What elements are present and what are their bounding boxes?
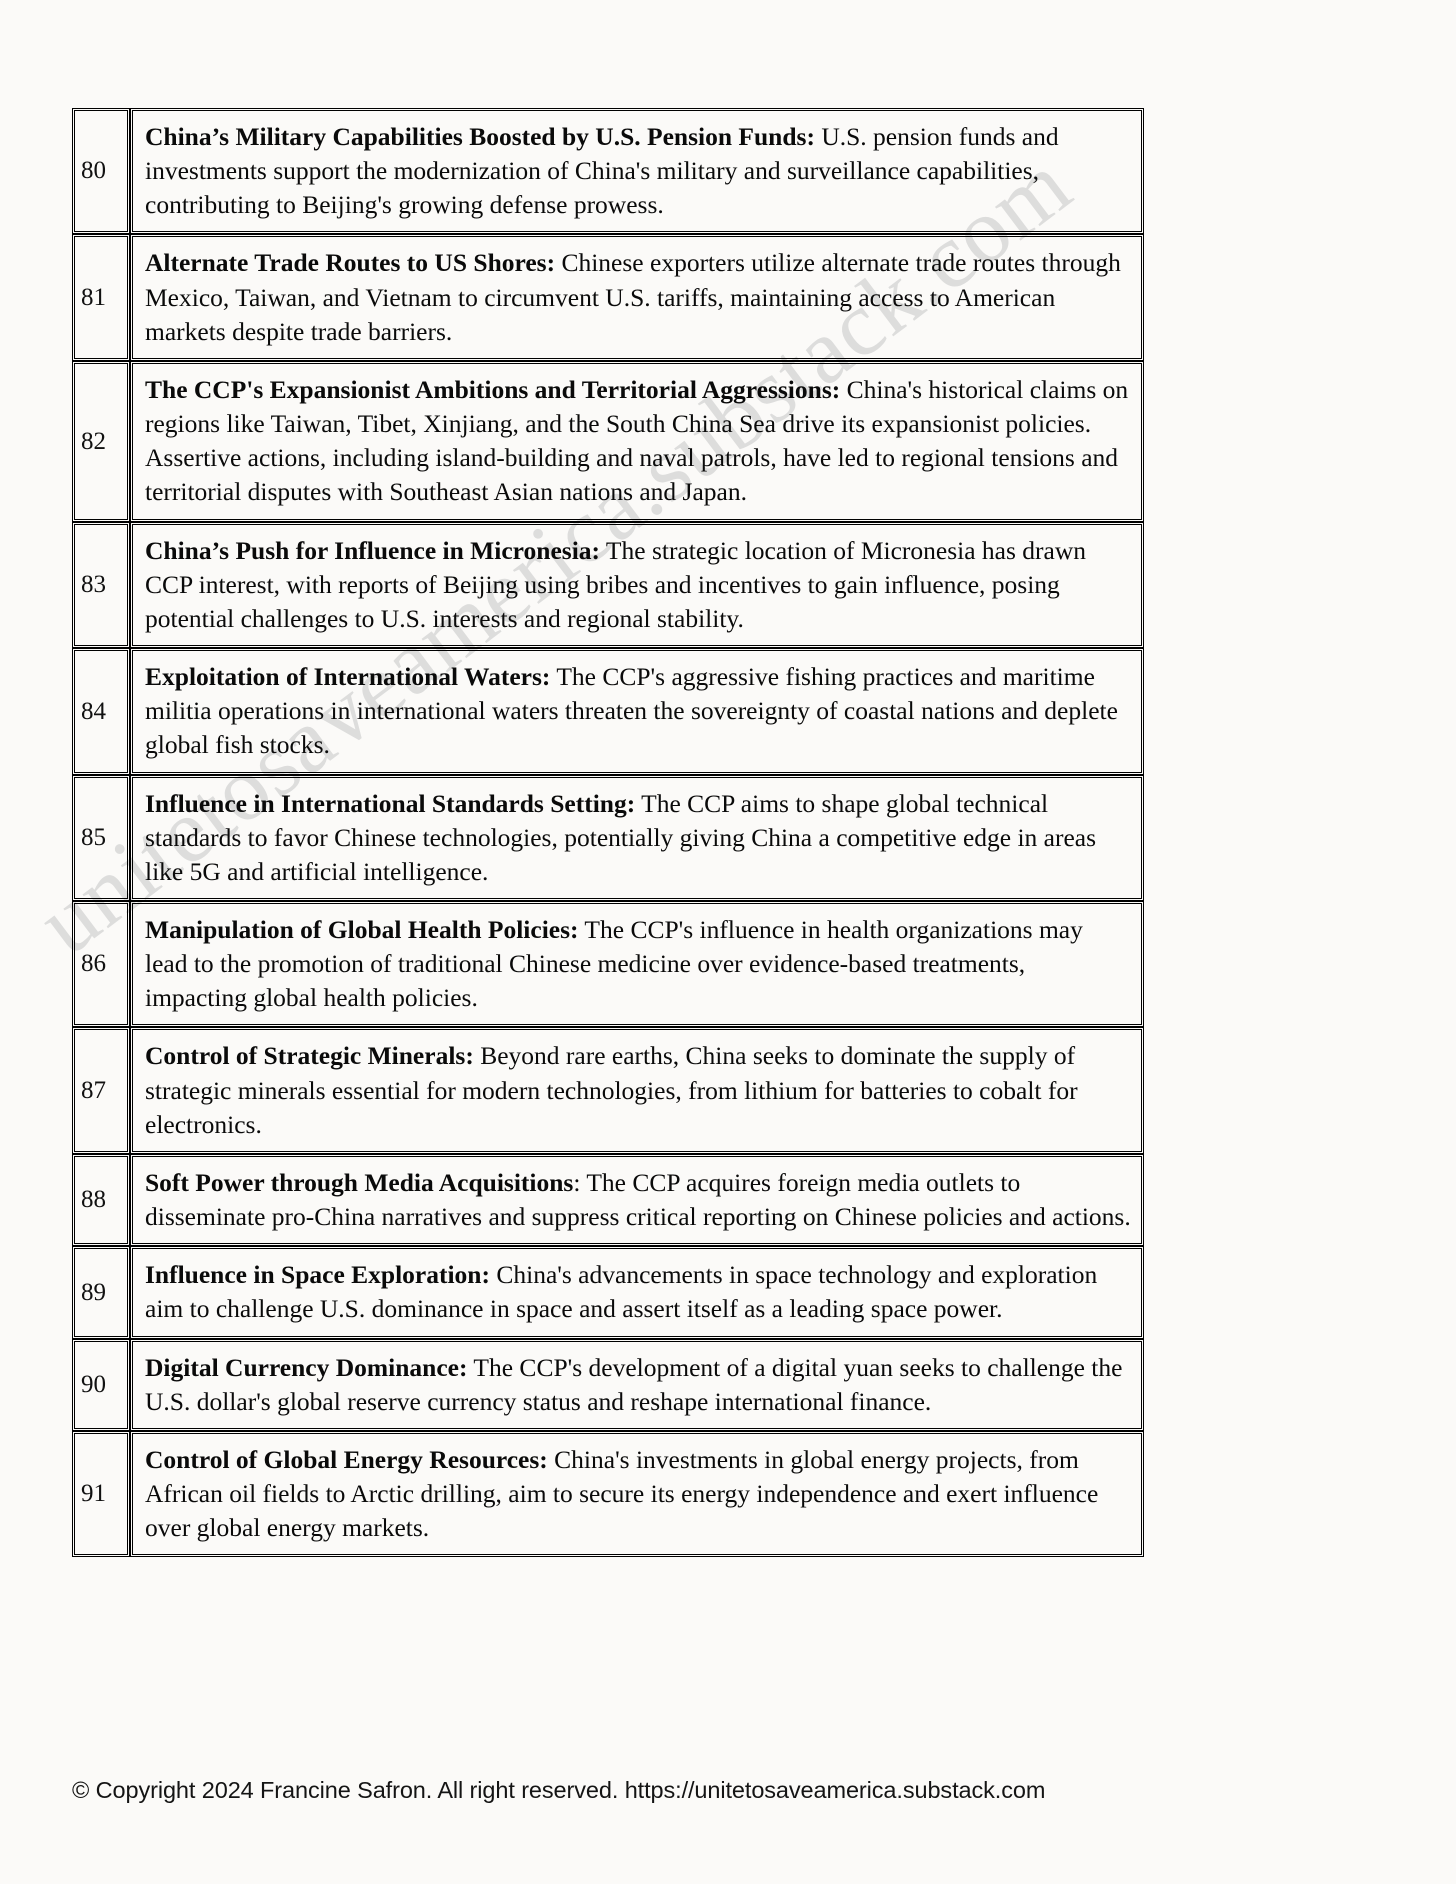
row-content: Soft Power through Media Acquisitions: T… [130, 1153, 1144, 1247]
document-page: 80 China’s Military Capabilities Boosted … [0, 0, 1456, 1884]
row-text: Digital Currency Dominance: The CCP's de… [145, 1351, 1131, 1419]
row-number: 82 [72, 360, 130, 522]
row-content: Digital Currency Dominance: The CCP's de… [130, 1338, 1144, 1431]
row-text: Influence in Space Exploration: China's … [145, 1258, 1131, 1326]
row-text: Exploitation of International Waters: Th… [145, 660, 1131, 762]
table-row: 82 The CCP's Expansionist Ambitions and T… [72, 360, 1144, 522]
row-title: Control of Strategic Minerals: [145, 1041, 474, 1071]
row-number: 91 [72, 1430, 130, 1558]
row-text: China’s Push for Influence in Micronesia… [145, 534, 1131, 636]
row-number: 85 [72, 774, 130, 901]
row-number: 86 [72, 900, 130, 1028]
row-content: Control of Global Energy Resources: Chin… [130, 1430, 1144, 1558]
table-row: 85 Influence in International Standards S… [72, 774, 1144, 901]
row-number: 87 [72, 1027, 130, 1154]
risk-entries-table-body: 80 China’s Military Capabilities Boosted … [72, 108, 1144, 1558]
row-title: Alternate Trade Routes to US Shores: [145, 248, 556, 278]
row-title: Soft Power through Media Acquisitions [145, 1167, 574, 1197]
row-number: 89 [72, 1246, 130, 1339]
row-title: Influence in Space Exploration: [145, 1260, 490, 1290]
row-content: Influence in International Standards Set… [130, 774, 1144, 901]
row-title: Manipulation of Global Health Policies: [145, 914, 579, 944]
row-content: Control of Strategic Minerals: Beyond ra… [130, 1027, 1144, 1154]
row-content: Manipulation of Global Health Policies: … [130, 900, 1144, 1028]
row-number: 83 [72, 521, 130, 649]
copyright-footer: © Copyright 2024 Francine Safron. All ri… [72, 1777, 1046, 1803]
row-text: Control of Strategic Minerals: Beyond ra… [145, 1039, 1131, 1141]
row-title: China’s Push for Influence in Micronesia… [145, 535, 601, 565]
table-row: 91 Control of Global Energy Resources: Ch… [72, 1430, 1144, 1558]
row-content: Exploitation of International Waters: Th… [130, 648, 1144, 775]
row-text: Soft Power through Media Acquisitions: T… [145, 1166, 1131, 1234]
row-text: Manipulation of Global Health Policies: … [145, 913, 1131, 1015]
row-title: Control of Global Energy Resources: [145, 1444, 548, 1474]
row-number: 81 [72, 234, 130, 361]
row-content: Influence in Space Exploration: China's … [130, 1246, 1144, 1339]
row-number: 80 [72, 108, 130, 235]
table-row: 88 Soft Power through Media Acquisitions:… [72, 1153, 1144, 1247]
row-title: Influence in International Standards Set… [145, 788, 636, 818]
risk-entries-table: 80 China’s Military Capabilities Boosted … [72, 108, 1144, 1558]
row-number: 84 [72, 648, 130, 775]
row-content: The CCP's Expansionist Ambitions and Ter… [130, 360, 1144, 522]
row-content: China’s Military Capabilities Boosted by… [130, 108, 1144, 235]
table-row: 87 Control of Strategic Minerals: Beyond … [72, 1027, 1144, 1154]
row-number: 88 [72, 1153, 130, 1247]
row-text: Alternate Trade Routes to US Shores: Chi… [145, 246, 1131, 348]
row-text: The CCP's Expansionist Ambitions and Ter… [145, 373, 1131, 510]
row-text: Control of Global Energy Resources: Chin… [145, 1443, 1131, 1545]
row-title: Exploitation of International Waters: [145, 662, 551, 692]
row-title: The CCP's Expansionist Ambitions and Ter… [145, 374, 841, 404]
row-text: China’s Military Capabilities Boosted by… [145, 120, 1131, 222]
table-row: 90 Digital Currency Dominance: The CCP's … [72, 1338, 1144, 1431]
table-row: 81 Alternate Trade Routes to US Shores: C… [72, 234, 1144, 361]
table-row: 84 Exploitation of International Waters: … [72, 648, 1144, 775]
row-content: China’s Push for Influence in Micronesia… [130, 521, 1144, 649]
table-row: 80 China’s Military Capabilities Boosted … [72, 108, 1144, 235]
row-title: Digital Currency Dominance: [145, 1352, 468, 1382]
row-text: Influence in International Standards Set… [145, 787, 1131, 889]
table-row: 86 Manipulation of Global Health Policies… [72, 900, 1144, 1028]
table-row: 83 China’s Push for Influence in Micrones… [72, 521, 1144, 649]
row-title: China’s Military Capabilities Boosted by… [145, 122, 815, 151]
row-content: Alternate Trade Routes to US Shores: Chi… [130, 234, 1144, 361]
row-number: 90 [72, 1338, 130, 1431]
table-row: 89 Influence in Space Exploration: China'… [72, 1246, 1144, 1339]
